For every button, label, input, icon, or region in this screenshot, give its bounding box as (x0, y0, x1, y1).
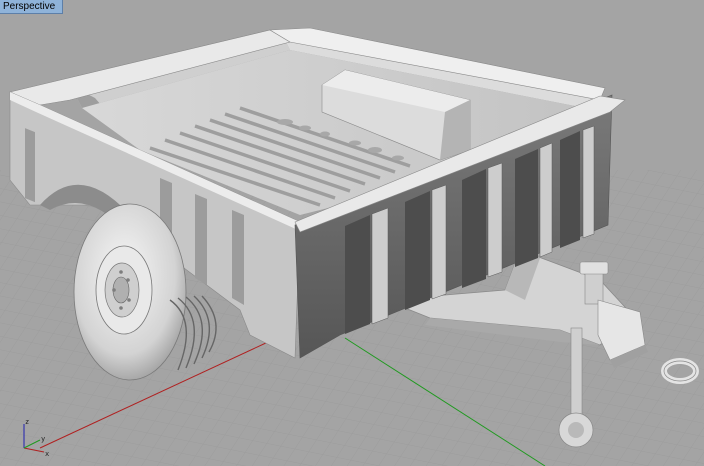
axis-label-y: y (41, 435, 45, 443)
viewport-title-tab[interactable]: Perspective (0, 0, 64, 14)
viewport-title: Perspective (3, 1, 56, 12)
perspective-viewport[interactable]: Perspective z y x (0, 0, 704, 466)
axis-label-x: x (45, 450, 49, 458)
axis-widget-x (23, 447, 45, 453)
axis-label-z: z (25, 418, 29, 426)
axis-widget-y (23, 439, 41, 449)
trailer-3d-scene[interactable] (0, 0, 704, 466)
world-axes-icon: z y x (23, 418, 49, 458)
